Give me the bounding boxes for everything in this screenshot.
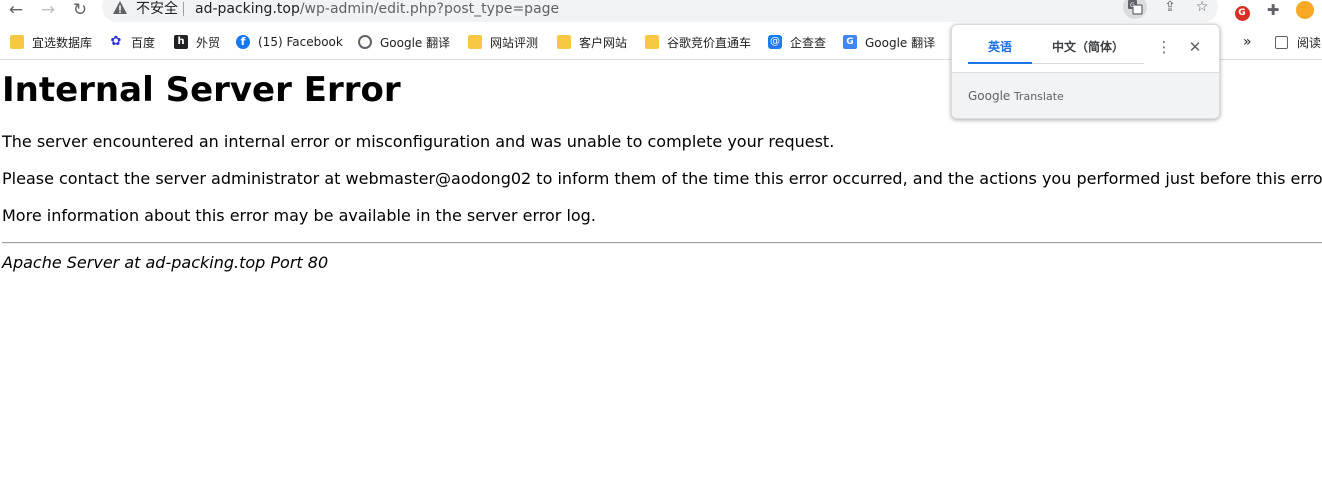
- bookmark-label: 网站评测: [490, 35, 539, 50]
- translate-icon[interactable]: G: [1123, 0, 1147, 19]
- error-paragraph: The server encountered an internal error…: [2, 132, 835, 151]
- qichacha-icon: @: [768, 35, 782, 49]
- warning-icon[interactable]: [112, 0, 128, 16]
- bookmark-label: Google 翻译: [865, 35, 936, 50]
- folder-icon: [468, 35, 482, 49]
- bookmark-item[interactable]: 客户网站: [557, 33, 627, 51]
- page-title: Internal Server Error: [2, 70, 401, 110]
- svg-text:G: G: [1130, 2, 1135, 9]
- omnibox-separator: [183, 2, 184, 16]
- folder-icon: [10, 35, 24, 49]
- baidu-icon: ✿: [110, 34, 122, 49]
- browser-toolbar: ← → ↻ 不安全 ad-packing.top/wp-admin/edit.p…: [0, 0, 1322, 22]
- bookmark-item[interactable]: h 外贸: [174, 33, 220, 51]
- bookmark-label: 企查查: [790, 35, 827, 50]
- bookmark-label: 谷歌竞价直通车: [667, 35, 752, 50]
- bookmark-label: 外贸: [196, 35, 221, 50]
- bookmark-label: 宜选数据库: [32, 35, 93, 50]
- share-icon[interactable]: ⇪: [1158, 0, 1182, 19]
- bookmark-item[interactable]: 宜选数据库: [10, 33, 92, 51]
- bookmark-item[interactable]: 网站评测: [468, 33, 538, 51]
- reading-list-button[interactable]: 阅读: [1275, 33, 1321, 51]
- globe-icon: [358, 35, 372, 49]
- google-translate-branding: Google Translate: [968, 89, 1064, 104]
- bookmark-label: 百度: [131, 35, 156, 50]
- google-translate-icon: G: [843, 35, 857, 49]
- reading-list-label: 阅读: [1297, 35, 1322, 50]
- bookmark-item[interactable]: f (15) Facebook: [236, 33, 343, 51]
- tab-target-language[interactable]: 中文（简体）: [1040, 39, 1136, 55]
- facebook-icon: f: [236, 35, 250, 49]
- bookmark-label: Google 翻译: [380, 35, 451, 50]
- bookmark-label: (15) Facebook: [258, 35, 343, 49]
- bookmark-star-icon[interactable]: ☆: [1190, 0, 1214, 19]
- tab-baseline: [1032, 63, 1144, 64]
- bookmark-item[interactable]: ✿ 百度: [109, 33, 155, 51]
- error-paragraph: More information about this error may be…: [2, 206, 596, 225]
- close-icon[interactable]: ✕: [1186, 38, 1204, 56]
- folder-icon: [557, 35, 571, 49]
- url-text[interactable]: ad-packing.top/wp-admin/edit.php?post_ty…: [195, 1, 559, 17]
- security-label[interactable]: 不安全: [136, 1, 178, 17]
- bookmark-label: 客户网站: [579, 35, 628, 50]
- waimao-icon: h: [174, 35, 188, 49]
- bookmark-item[interactable]: G Google 翻译: [843, 33, 935, 51]
- reload-icon[interactable]: ↻: [69, 0, 91, 20]
- google-wordmark: Google: [968, 89, 1011, 103]
- translate-wordmark: Translate: [1013, 90, 1064, 103]
- bookmark-item[interactable]: 谷歌竞价直通车: [645, 33, 751, 51]
- horizontal-rule: [2, 242, 1322, 244]
- forward-icon[interactable]: →: [37, 0, 59, 20]
- extensions-puzzle-icon[interactable]: ✚: [1262, 0, 1284, 20]
- reading-list-icon: [1275, 35, 1288, 49]
- server-address: Apache Server at ad-packing.top Port 80: [2, 253, 329, 272]
- popup-footer: Google Translate: [952, 73, 1219, 118]
- url-host: ad-packing.top: [195, 1, 300, 17]
- address-bar[interactable]: 不安全 ad-packing.top/wp-admin/edit.php?pos…: [102, 0, 1218, 22]
- folder-icon: [645, 35, 659, 49]
- grammarly-extension-icon[interactable]: G: [1231, 0, 1253, 21]
- more-options-icon[interactable]: ⋮: [1155, 38, 1173, 56]
- bookmark-item[interactable]: @ 企查查: [768, 33, 826, 51]
- bookmark-item[interactable]: Google 翻译: [358, 33, 450, 51]
- error-paragraph: Please contact the server administrator …: [2, 169, 1322, 188]
- bookmarks-overflow-button[interactable]: »: [1243, 33, 1252, 51]
- active-tab-indicator: [968, 62, 1032, 64]
- translate-popup: 英语 中文（简体） ⋮ ✕ Google Translate: [951, 24, 1220, 119]
- back-icon[interactable]: ←: [5, 0, 27, 20]
- url-path: /wp-admin/edit.php?post_type=page: [299, 1, 560, 17]
- profile-avatar-icon[interactable]: [1294, 0, 1316, 20]
- tab-source-language[interactable]: 英语: [968, 39, 1032, 55]
